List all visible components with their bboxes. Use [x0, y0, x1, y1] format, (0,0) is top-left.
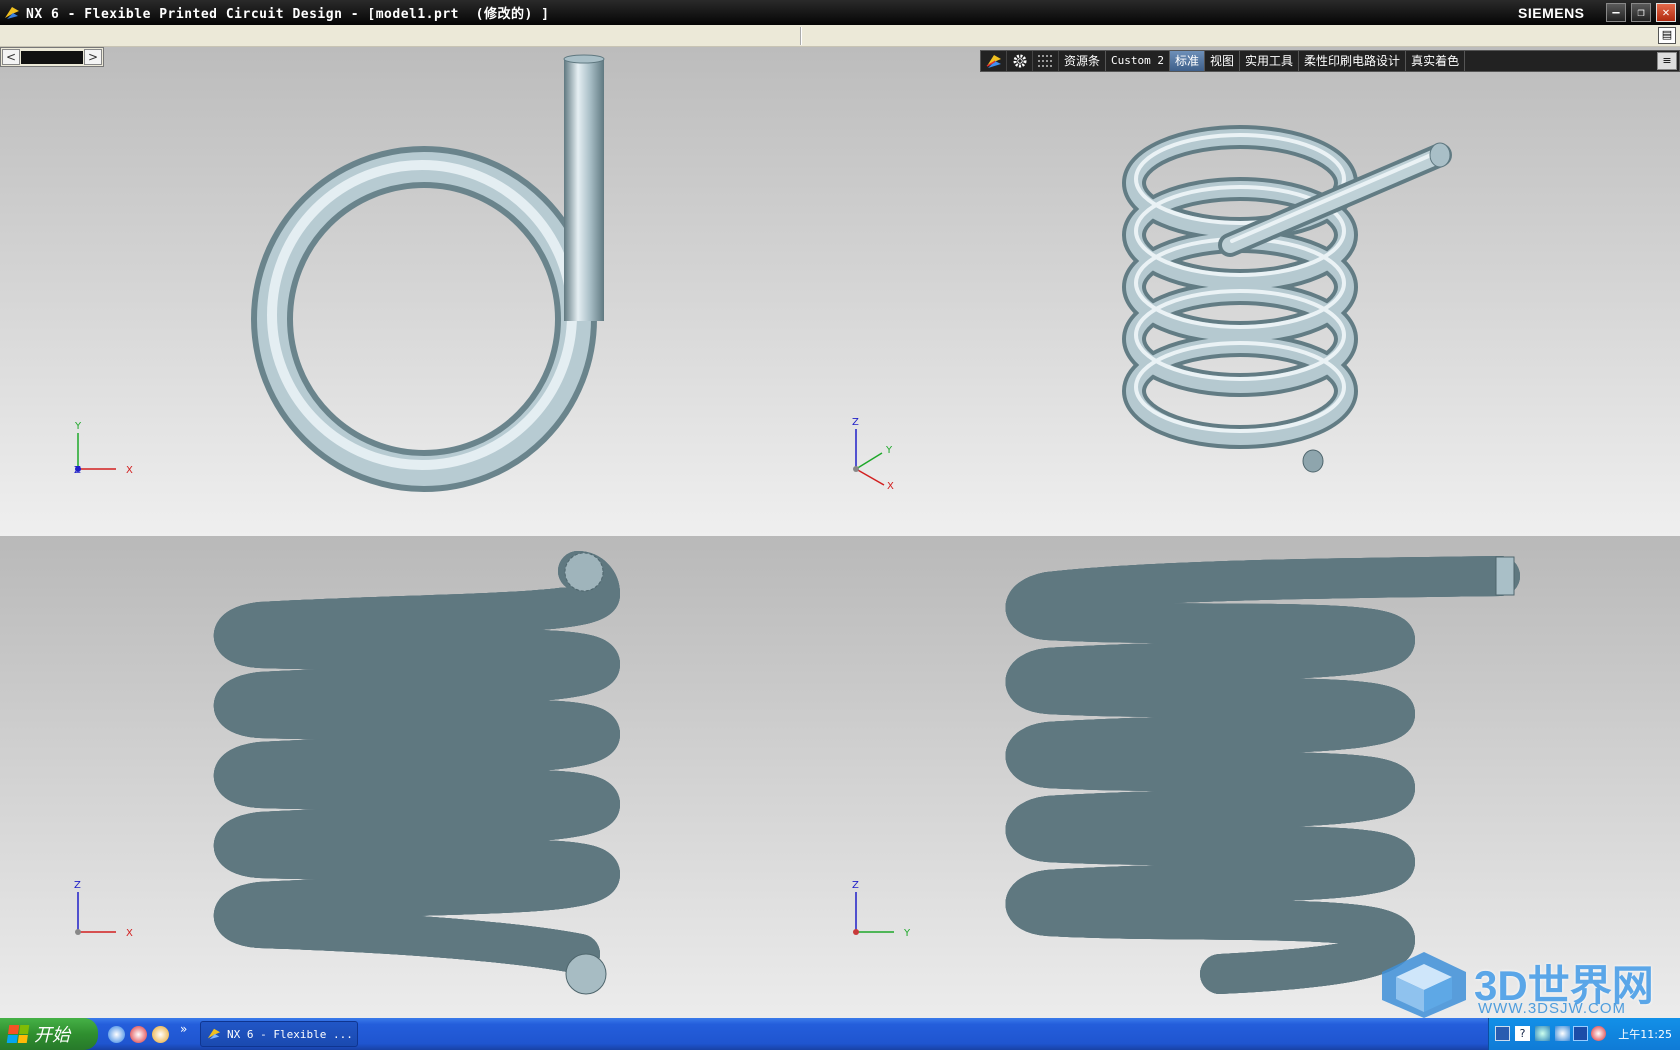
view-top-right[interactable]: Z Y X [840, 47, 1680, 536]
cube-logo-icon [1382, 952, 1466, 1018]
triad-label: Y [74, 421, 82, 432]
spring-side-view-zy [840, 556, 1520, 994]
triad-label: Z [852, 880, 859, 891]
triad-label: Y [885, 445, 893, 456]
monitor-icon[interactable] [1573, 1026, 1588, 1041]
menu-strip: ▤ [0, 25, 1680, 47]
title-bar: NX 6 - Flexible Printed Circuit Design -… [0, 0, 1680, 25]
triad-label: X [126, 928, 133, 939]
scroll-right-button[interactable]: > [84, 49, 102, 65]
triad-label: Z [852, 417, 859, 428]
restore-button[interactable]: ❐ [1631, 3, 1651, 22]
usb-icon[interactable] [1535, 1026, 1550, 1041]
tab-flex-circuit-design[interactable]: 柔性印刷电路设计 [1299, 51, 1407, 71]
quicklaunch-more[interactable]: » [180, 1022, 187, 1036]
tab-resource-bar[interactable]: 资源条 [1059, 51, 1107, 71]
windows-flag-icon [6, 1025, 30, 1043]
triad-label: X [126, 465, 133, 476]
tab-view[interactable]: 视图 [1205, 51, 1241, 71]
minimize-button[interactable]: – [1606, 3, 1626, 22]
taskbar: 开始 » NX 6 - Flexible ... ? 上午11:25 [0, 1018, 1680, 1050]
watermark-url: WWW.3DSJW.COM [1478, 1000, 1626, 1017]
triad-label: Y [903, 928, 911, 939]
start-button[interactable]: 开始 [0, 1018, 98, 1050]
graphics-window[interactable]: Y X Z Z Y X Z X Z Y < > 资源条 Custom 2 标准 … [0, 47, 1680, 1018]
scroll-left-button[interactable]: < [2, 49, 20, 65]
ie-tray-icon[interactable] [1555, 1026, 1570, 1041]
view-bottom-right[interactable]: Z Y [840, 536, 1680, 1018]
tab-custom-2[interactable]: Custom 2 [1106, 51, 1170, 71]
window-menu-icon[interactable]: ▤ [1658, 27, 1676, 44]
scroll-track[interactable] [21, 51, 83, 64]
system-tray: ? 上午11:25 [1488, 1018, 1680, 1050]
folder-icon[interactable] [152, 1026, 169, 1043]
wcs-triad-bottom-right: Z Y [852, 880, 911, 939]
start-label: 开始 [34, 1025, 70, 1046]
wcs-triad-top-left: Y X Z [74, 421, 133, 476]
gear-icon[interactable] [1007, 51, 1033, 71]
watermark: 3D世界网 WWW.3DSJW.COM [1378, 950, 1680, 1018]
tab-utilities[interactable]: 实用工具 [1240, 51, 1300, 71]
spring-isometric-view [1122, 125, 1452, 473]
triad-label: X [887, 481, 894, 489]
view-toolbar: 资源条 Custom 2 标准 视图 实用工具 柔性印刷电路设计 真实着色 ≡ [980, 50, 1680, 72]
view-bottom-left[interactable]: Z X [0, 536, 840, 1018]
ie-icon[interactable] [108, 1026, 125, 1043]
tab-standard[interactable]: 标准 [1170, 51, 1206, 71]
clock: 上午11:25 [1618, 1028, 1672, 1041]
resource-bar-scroller: < > [0, 47, 104, 67]
network-icon[interactable] [1495, 1026, 1510, 1041]
taskbar-item-nx[interactable]: NX 6 - Flexible ... [200, 1021, 358, 1047]
help-icon[interactable]: ? [1515, 1026, 1530, 1041]
nx-app-icon [5, 6, 19, 19]
grid-icon[interactable] [1033, 51, 1059, 71]
tab-true-shading[interactable]: 真实着色 [1406, 51, 1466, 71]
nx-logo-icon[interactable] [981, 51, 1007, 71]
window-title: NX 6 - Flexible Printed Circuit Design -… [26, 7, 550, 22]
taskbar-item-label: NX 6 - Flexible ... [227, 1027, 353, 1041]
siemens-logo: SIEMENS [1518, 5, 1585, 21]
triad-label: Z [74, 465, 81, 476]
nx-app-icon [207, 1028, 221, 1040]
triad-label: Z [74, 880, 81, 891]
toolbar-options-icon[interactable]: ≡ [1657, 52, 1677, 70]
wcs-triad-bottom-left: Z X [74, 880, 133, 939]
close-button[interactable]: ✕ [1656, 3, 1676, 22]
view-top-left[interactable]: Y X Z [0, 47, 840, 536]
antivirus-tray-icon[interactable] [1591, 1026, 1606, 1041]
antivirus-icon[interactable] [130, 1026, 147, 1043]
wcs-triad-top-right: Z Y X [852, 417, 894, 489]
menu-separator [800, 27, 802, 45]
